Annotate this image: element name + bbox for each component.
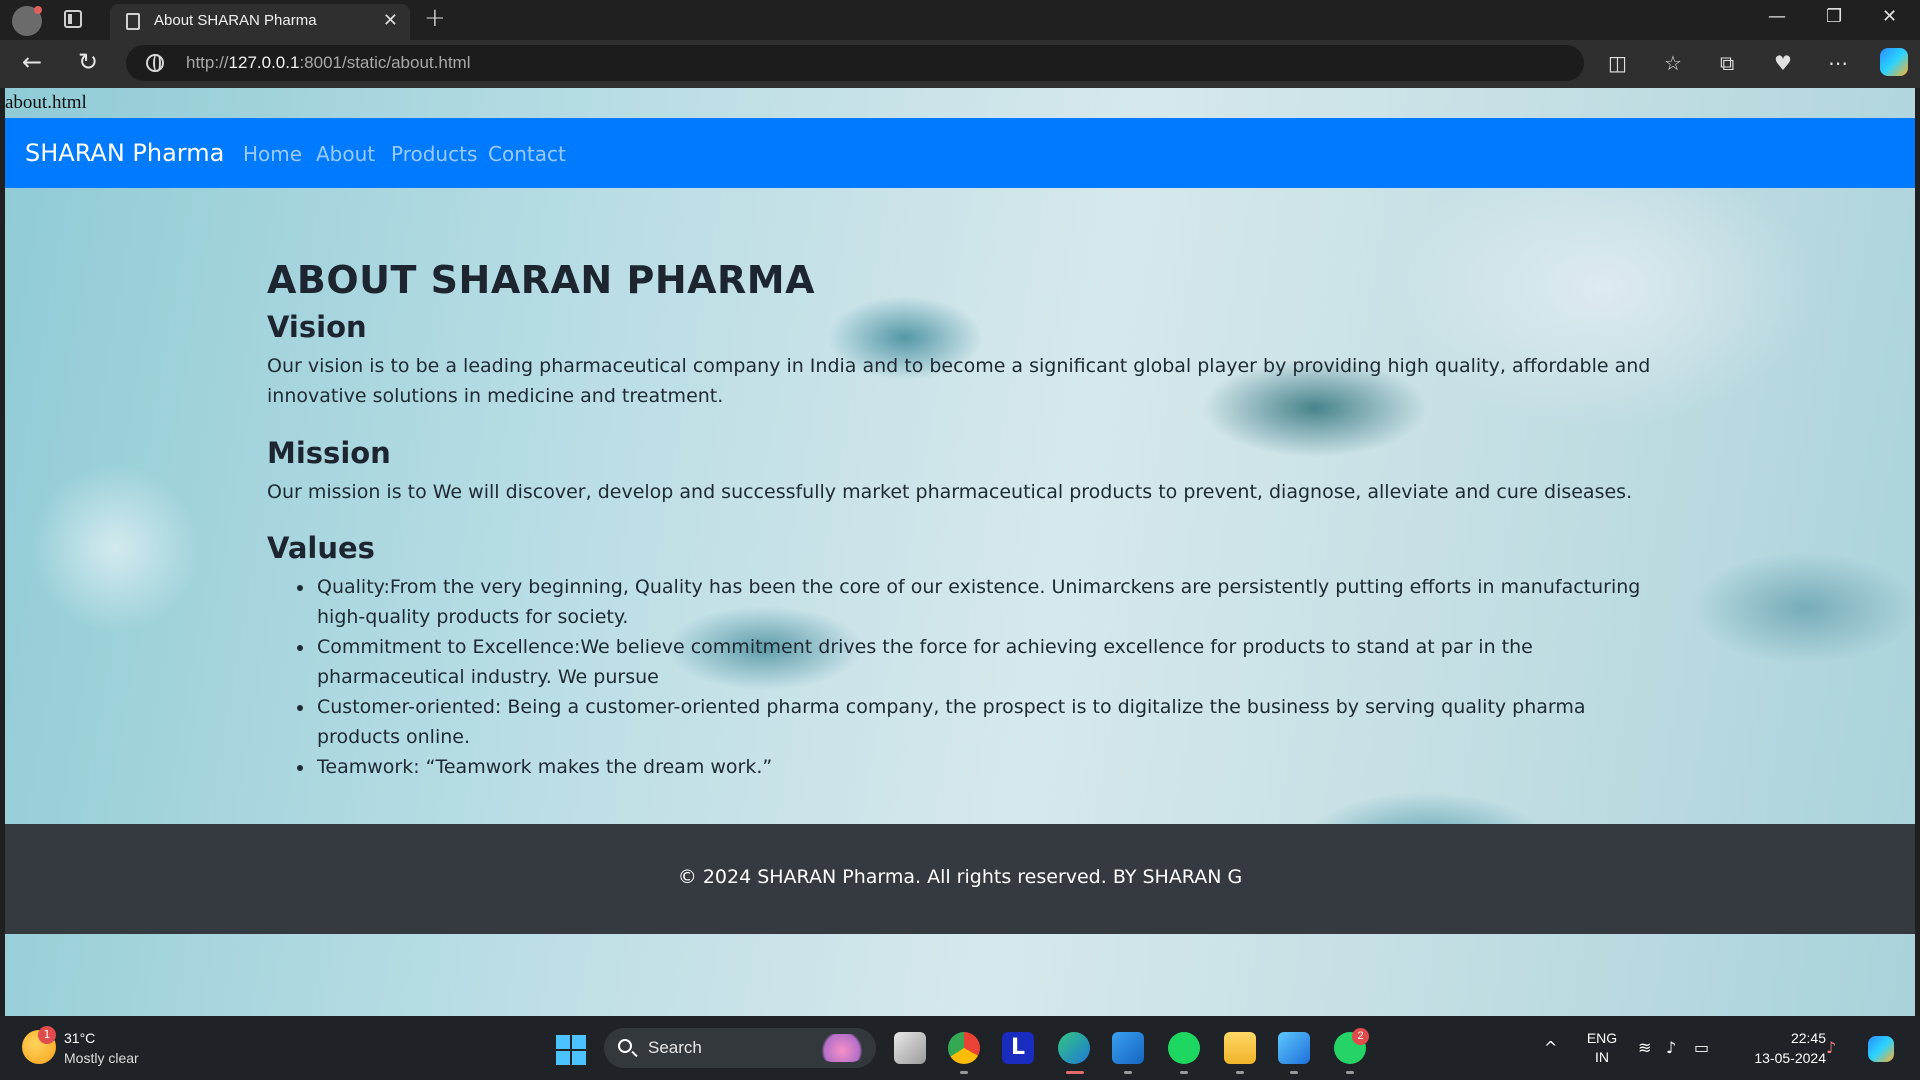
app-active-indicator — [1066, 1071, 1084, 1074]
profile-avatar-icon[interactable] — [12, 6, 42, 36]
volume-icon[interactable]: ♪ — [1666, 1038, 1676, 1057]
spotify-icon[interactable] — [1168, 1032, 1200, 1064]
tab-title: About SHARAN Pharma — [154, 12, 317, 29]
battery-icon[interactable]: ▭ — [1694, 1038, 1709, 1057]
search-icon — [618, 1039, 632, 1053]
app-running-indicator — [1346, 1071, 1354, 1074]
search-label: Search — [648, 1038, 702, 1057]
refresh-icon[interactable]: ↻ — [78, 48, 98, 76]
site-footer: © 2024 SHARAN Pharma. All rights reserve… — [5, 824, 1915, 934]
task-view-icon[interactable] — [894, 1032, 926, 1064]
language-indicator[interactable]: ENG — [1584, 1030, 1620, 1046]
search-highlight-icon — [818, 1034, 866, 1062]
vscode-icon[interactable] — [1112, 1032, 1144, 1064]
browser-toolbar: ← ↻ http://127.0.0.1:8001/static/about.h… — [0, 40, 1920, 88]
app-running-indicator — [1124, 1071, 1132, 1074]
page-viewport: about.html SHARAN Pharma Home About Prod… — [5, 88, 1915, 1016]
app-running-indicator — [1290, 1071, 1298, 1074]
edge-icon[interactable] — [1058, 1032, 1090, 1064]
address-bar[interactable]: http://127.0.0.1:8001/static/about.html — [126, 45, 1584, 81]
list-item: Commitment to Excellence:We believe comm… — [267, 632, 1657, 692]
values-list: Quality:From the very beginning, Quality… — [267, 572, 1657, 782]
list-item: Quality:From the very beginning, Quality… — [267, 572, 1657, 632]
nav-link-home[interactable]: Home — [243, 142, 302, 166]
values-heading: Values — [267, 531, 375, 565]
weather-temperature[interactable]: 31°C — [64, 1030, 95, 1046]
wifi-icon[interactable]: ≋ — [1638, 1038, 1651, 1057]
nav-link-about[interactable]: About — [316, 142, 375, 166]
app-running-indicator — [960, 1071, 968, 1074]
weather-description[interactable]: Mostly clear — [64, 1050, 139, 1066]
close-tab-icon[interactable]: ✕ — [383, 10, 398, 31]
new-tab-icon[interactable]: + — [424, 3, 446, 33]
browser-titlebar: About SHARAN Pharma ✕ + — ❐ ✕ — [0, 0, 1920, 40]
site-info-icon[interactable] — [146, 54, 164, 72]
clock-time[interactable]: 22:45 — [1736, 1030, 1826, 1046]
collections-icon[interactable]: ⧉ — [1720, 51, 1734, 75]
chrome-icon[interactable] — [948, 1032, 980, 1064]
nav-link-products[interactable]: Products — [391, 142, 477, 166]
tab-actions-icon[interactable] — [64, 10, 82, 28]
list-item: Teamwork: “Teamwork makes the dream work… — [267, 752, 1657, 782]
notification-bell-icon[interactable]: ♪ — [1826, 1038, 1836, 1057]
vision-text: Our vision is to be a leading pharmaceut… — [267, 355, 1651, 407]
vision-heading: Vision — [267, 310, 367, 344]
whatsapp-badge: 2 — [1352, 1028, 1369, 1045]
site-navbar: SHARAN Pharma Home About Products Contac… — [5, 118, 1915, 188]
browser-tab-active[interactable]: About SHARAN Pharma ✕ — [110, 4, 410, 40]
favorites-icon[interactable]: ☆ — [1664, 51, 1682, 75]
windows-taskbar: 1 31°C Mostly clear Search L 2 ^ ENG IN … — [0, 1016, 1920, 1080]
minimize-icon[interactable]: — — [1768, 6, 1786, 27]
restore-icon[interactable]: ❐ — [1826, 6, 1842, 27]
region-indicator[interactable]: IN — [1584, 1049, 1620, 1065]
l-app-icon[interactable]: L — [1002, 1032, 1034, 1064]
page-icon — [126, 13, 140, 30]
broken-image-alt-text: about.html — [5, 92, 87, 113]
mission-text: Our mission is to We will discover, deve… — [267, 481, 1633, 503]
footer-copyright: © 2024 SHARAN Pharma. All rights reserve… — [677, 866, 1243, 888]
show-hidden-icons-icon[interactable]: ^ — [1544, 1038, 1557, 1057]
split-screen-icon[interactable]: ◫ — [1608, 51, 1627, 75]
app-running-indicator — [1180, 1071, 1188, 1074]
back-icon[interactable]: ← — [22, 48, 42, 76]
photos-icon[interactable] — [1278, 1032, 1310, 1064]
url-text[interactable]: http://127.0.0.1:8001/static/about.html — [186, 53, 470, 73]
windows-start-icon[interactable] — [556, 1035, 586, 1065]
weather-notification-badge: 1 — [38, 1026, 56, 1044]
copilot-icon[interactable] — [1880, 48, 1908, 76]
close-window-icon[interactable]: ✕ — [1882, 6, 1897, 27]
taskbar-search[interactable]: Search — [604, 1028, 876, 1068]
mission-heading: Mission — [267, 436, 391, 470]
file-explorer-icon[interactable] — [1224, 1032, 1256, 1064]
page-title: ABOUT SHARAN PHARMA — [267, 258, 816, 302]
clock-date[interactable]: 13-05-2024 — [1736, 1050, 1826, 1066]
nav-link-contact[interactable]: Contact — [488, 142, 566, 166]
list-item: Customer-oriented: Being a customer-orie… — [267, 692, 1657, 752]
browser-essentials-icon[interactable]: ♥ — [1774, 51, 1792, 75]
app-running-indicator — [1236, 1071, 1244, 1074]
copilot-taskbar-icon[interactable] — [1868, 1036, 1894, 1062]
more-options-icon[interactable]: ⋯ — [1828, 51, 1848, 75]
site-brand[interactable]: SHARAN Pharma — [25, 139, 224, 167]
